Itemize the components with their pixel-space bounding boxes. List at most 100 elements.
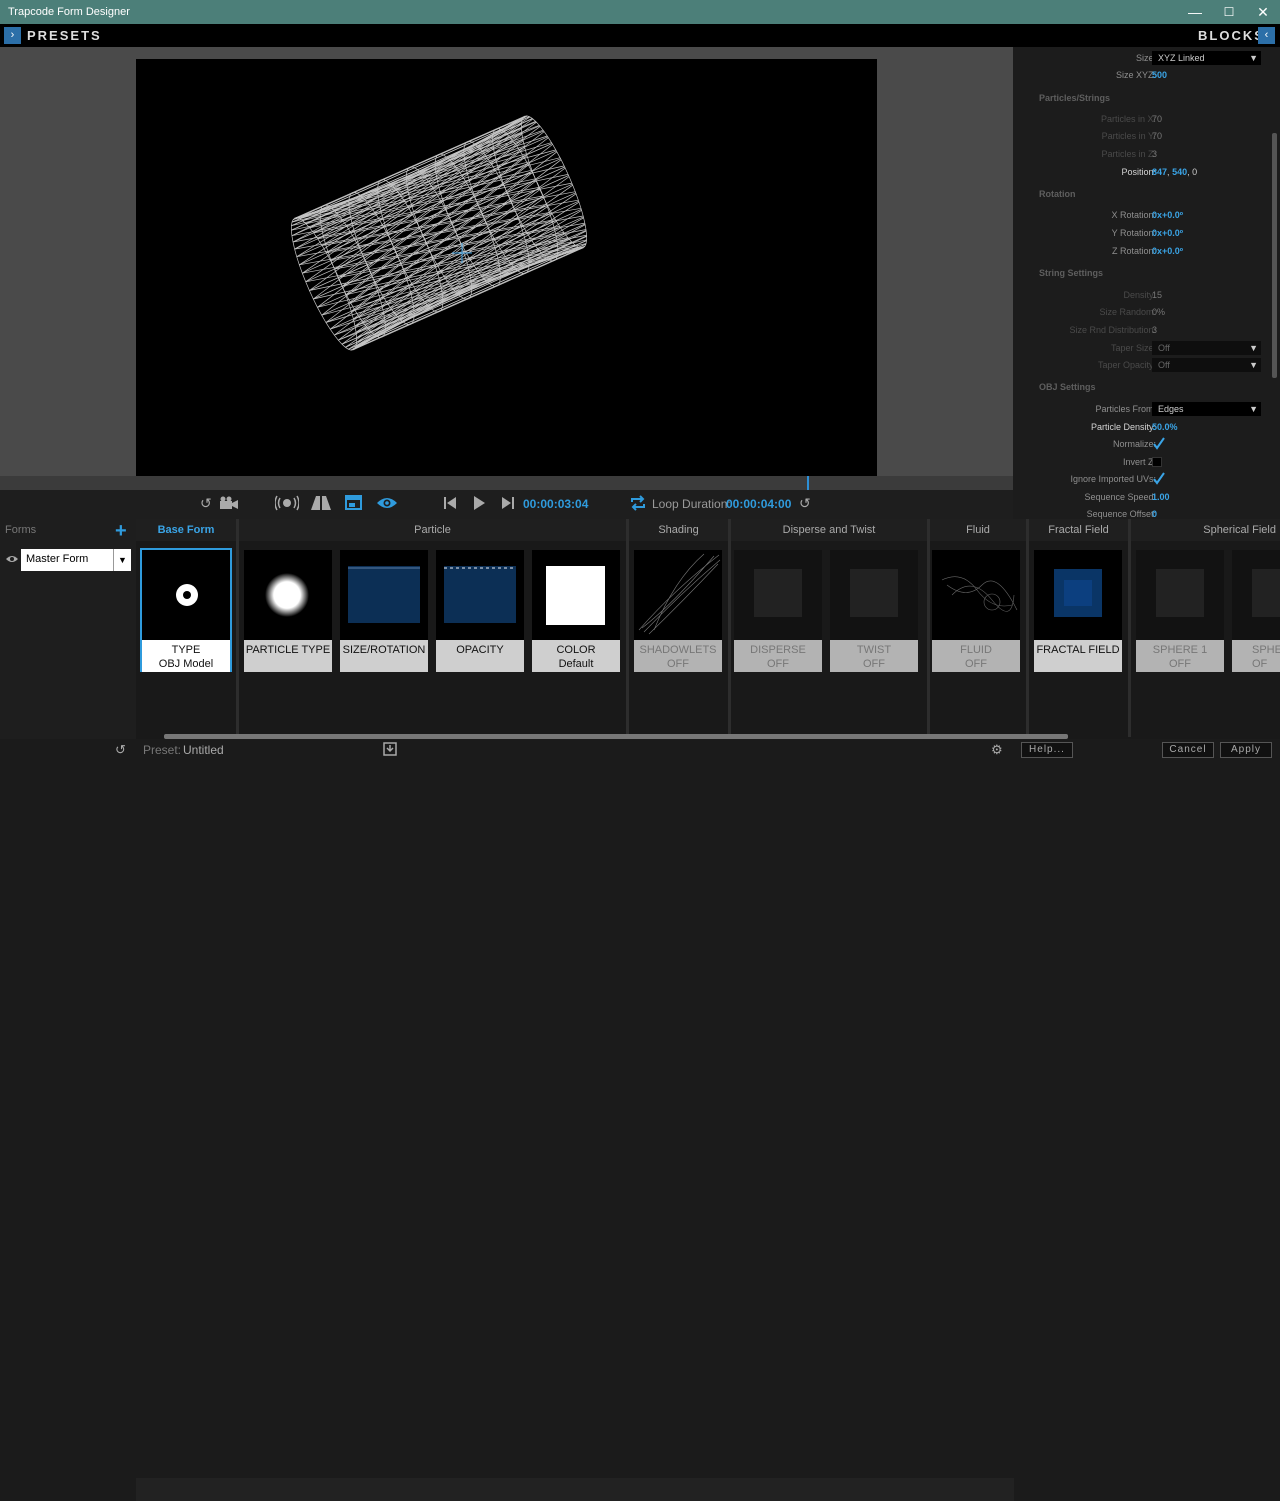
add-form-button[interactable]: + [115, 520, 127, 543]
position-y: 540 [1172, 167, 1188, 177]
block-sphere-2[interactable]: SPHEREOF [1232, 550, 1280, 672]
z-rotation-row: Z Rotation: 0x+0.0º [1111, 246, 1184, 256]
block-twist[interactable]: TWIST OFF [830, 550, 918, 672]
blocks-label[interactable]: BLOCKS [1198, 28, 1265, 43]
normalize-row: Normalize: [1013, 436, 1273, 453]
y-rotation-value[interactable]: 0x+0.0º [1152, 228, 1183, 238]
rotation-section-header: Rotation [1039, 189, 1076, 199]
size-random-row: Size Random: 0% [1099, 307, 1166, 317]
preview-canvas[interactable] [136, 59, 877, 476]
maximize-button[interactable]: ☐ [1212, 0, 1246, 24]
camera-icon[interactable] [218, 495, 240, 513]
particles-from-dropdown[interactable]: Edges ▼ [1152, 402, 1261, 416]
block-opacity[interactable]: OPACITY [436, 550, 524, 672]
group-separator [1026, 519, 1029, 737]
block-sphere-1[interactable]: SPHERE 1 OFF [1136, 550, 1224, 672]
playhead[interactable] [807, 476, 809, 490]
particle-type-thumbnail [244, 550, 332, 640]
taper-size-row: Taper Size: Off ▼ [1013, 340, 1273, 357]
master-form-dropdown-button[interactable]: ▼ [113, 549, 131, 571]
skip-back-icon[interactable] [442, 495, 458, 513]
reset-view-icon[interactable]: ↺ [200, 495, 212, 513]
obj-section-header: OBJ Settings [1039, 382, 1096, 392]
settings-panel: Size: XYZ Linked ▼ Size XYZ: 500 Particle… [1013, 47, 1280, 519]
fluid-thumbnail [932, 550, 1020, 640]
normalize-checkbox[interactable] [1152, 437, 1165, 450]
group-disperse-twist[interactable]: Disperse and Twist [731, 524, 927, 536]
group-fractal-field[interactable]: Fractal Field [1029, 524, 1128, 536]
loop-duration-label: Loop Duration: [652, 497, 731, 511]
sequence-speed-row: Sequence Speed: 1.00 [1084, 492, 1170, 502]
size-row: Size: XYZ Linked ▼ [1013, 50, 1273, 67]
block-type[interactable]: TYPE OBJ Model [140, 548, 232, 672]
close-button[interactable]: ✕ [1246, 0, 1280, 24]
preset-bar [136, 1478, 1014, 1501]
save-preset-icon[interactable] [383, 742, 397, 759]
forms-panel: Forms + Master Form ▼ [0, 519, 136, 739]
play-icon[interactable] [471, 495, 487, 513]
reset-loop-icon[interactable]: ↺ [799, 495, 811, 513]
loop-duration-value[interactable]: 00:00:04:00 [726, 497, 791, 511]
skip-forward-icon[interactable] [500, 495, 516, 513]
shadowlets-thumbnail [634, 550, 722, 640]
sequence-offset-row: Sequence Offset: 0 [1086, 509, 1158, 519]
x-rotation-value[interactable]: 0x+0.0º [1152, 210, 1183, 220]
transport-bar: ↺ 00:00:03:04 Loop Duration: 00:00:04:00… [0, 490, 1013, 519]
size-dropdown[interactable]: XYZ Linked ▼ [1152, 51, 1261, 65]
reset-forms-icon[interactable]: ↺ [115, 742, 126, 758]
window-layout-icon[interactable] [345, 495, 363, 513]
sequence-speed-value[interactable]: 1.00 [1152, 492, 1170, 502]
x-rotation-row: X Rotation: 0x+0.0º [1111, 210, 1184, 220]
group-shading[interactable]: Shading [629, 524, 728, 536]
form-visibility-eye-icon[interactable] [6, 554, 18, 567]
preset-name[interactable]: Untitled [183, 743, 224, 757]
sequence-offset-value[interactable]: 0 [1152, 509, 1157, 519]
block-fractal-field[interactable]: FRACTAL FIELD [1034, 550, 1122, 672]
position-row: Position: 847, 540, 0 [1121, 167, 1198, 177]
group-separator [626, 519, 629, 737]
block-size-rotation[interactable]: SIZE/ROTATION [340, 550, 428, 672]
eye-icon[interactable] [376, 495, 398, 513]
color-thumbnail [532, 550, 620, 640]
cancel-button[interactable]: Cancel [1162, 742, 1214, 758]
top-bar: › PRESETS BLOCKS ‹ [0, 24, 1280, 47]
group-spherical-field[interactable]: Spherical Field [1186, 524, 1276, 536]
group-fluid[interactable]: Fluid [930, 524, 1026, 536]
position-x: 847 [1152, 167, 1168, 177]
blocks-toggle-button[interactable]: ‹ [1258, 27, 1275, 44]
string-section-header: String Settings [1039, 268, 1104, 278]
group-base-form[interactable]: Base Form [136, 524, 236, 536]
settings-gear-icon[interactable]: ⚙ [991, 742, 1003, 758]
presets-label[interactable]: PRESETS [27, 28, 102, 43]
group-particle[interactable]: Particle [239, 524, 626, 536]
group-separator [1128, 519, 1131, 737]
invert-z-row: Invert Z: [1013, 454, 1273, 471]
audio-icon[interactable] [274, 495, 300, 513]
particle-density-value[interactable]: 50.0% [1152, 422, 1178, 432]
loop-icon[interactable] [629, 495, 647, 513]
presets-toggle-button[interactable]: › [4, 27, 21, 44]
block-color[interactable]: COLOR Default [532, 550, 620, 672]
type-thumbnail [142, 550, 230, 640]
timeline-bar[interactable] [0, 476, 1013, 490]
z-rotation-value[interactable]: 0x+0.0º [1152, 246, 1183, 256]
particles-y-row: Particles in Y: 70 [1101, 131, 1163, 141]
block-shadowlets[interactable]: SHADOWLETS OFF [634, 550, 722, 672]
block-disperse[interactable]: DISPERSE OFF [734, 550, 822, 672]
perspective-icon[interactable] [310, 495, 332, 513]
settings-scrollbar[interactable] [1272, 133, 1277, 378]
sphere-1-thumbnail [1136, 550, 1224, 640]
window-titlebar: Trapcode Form Designer — ☐ ✕ [0, 0, 1280, 24]
current-time[interactable]: 00:00:03:04 [523, 497, 588, 511]
minimize-button[interactable]: — [1178, 0, 1212, 24]
help-button[interactable]: Help... [1021, 742, 1073, 758]
block-particle-type[interactable]: PARTICLE TYPE [244, 550, 332, 672]
block-fluid[interactable]: FLUID OFF [932, 550, 1020, 672]
ignore-uvs-checkbox[interactable] [1152, 472, 1165, 485]
master-form-field[interactable]: Master Form [21, 549, 113, 571]
size-distribution-row: Size Rnd Distribution: 3 [1069, 325, 1158, 335]
size-xyz-value[interactable]: 500 [1152, 70, 1167, 80]
invert-z-checkbox[interactable] [1152, 457, 1162, 467]
apply-button[interactable]: Apply [1220, 742, 1272, 758]
taper-opacity-dropdown: Off ▼ [1152, 358, 1261, 372]
